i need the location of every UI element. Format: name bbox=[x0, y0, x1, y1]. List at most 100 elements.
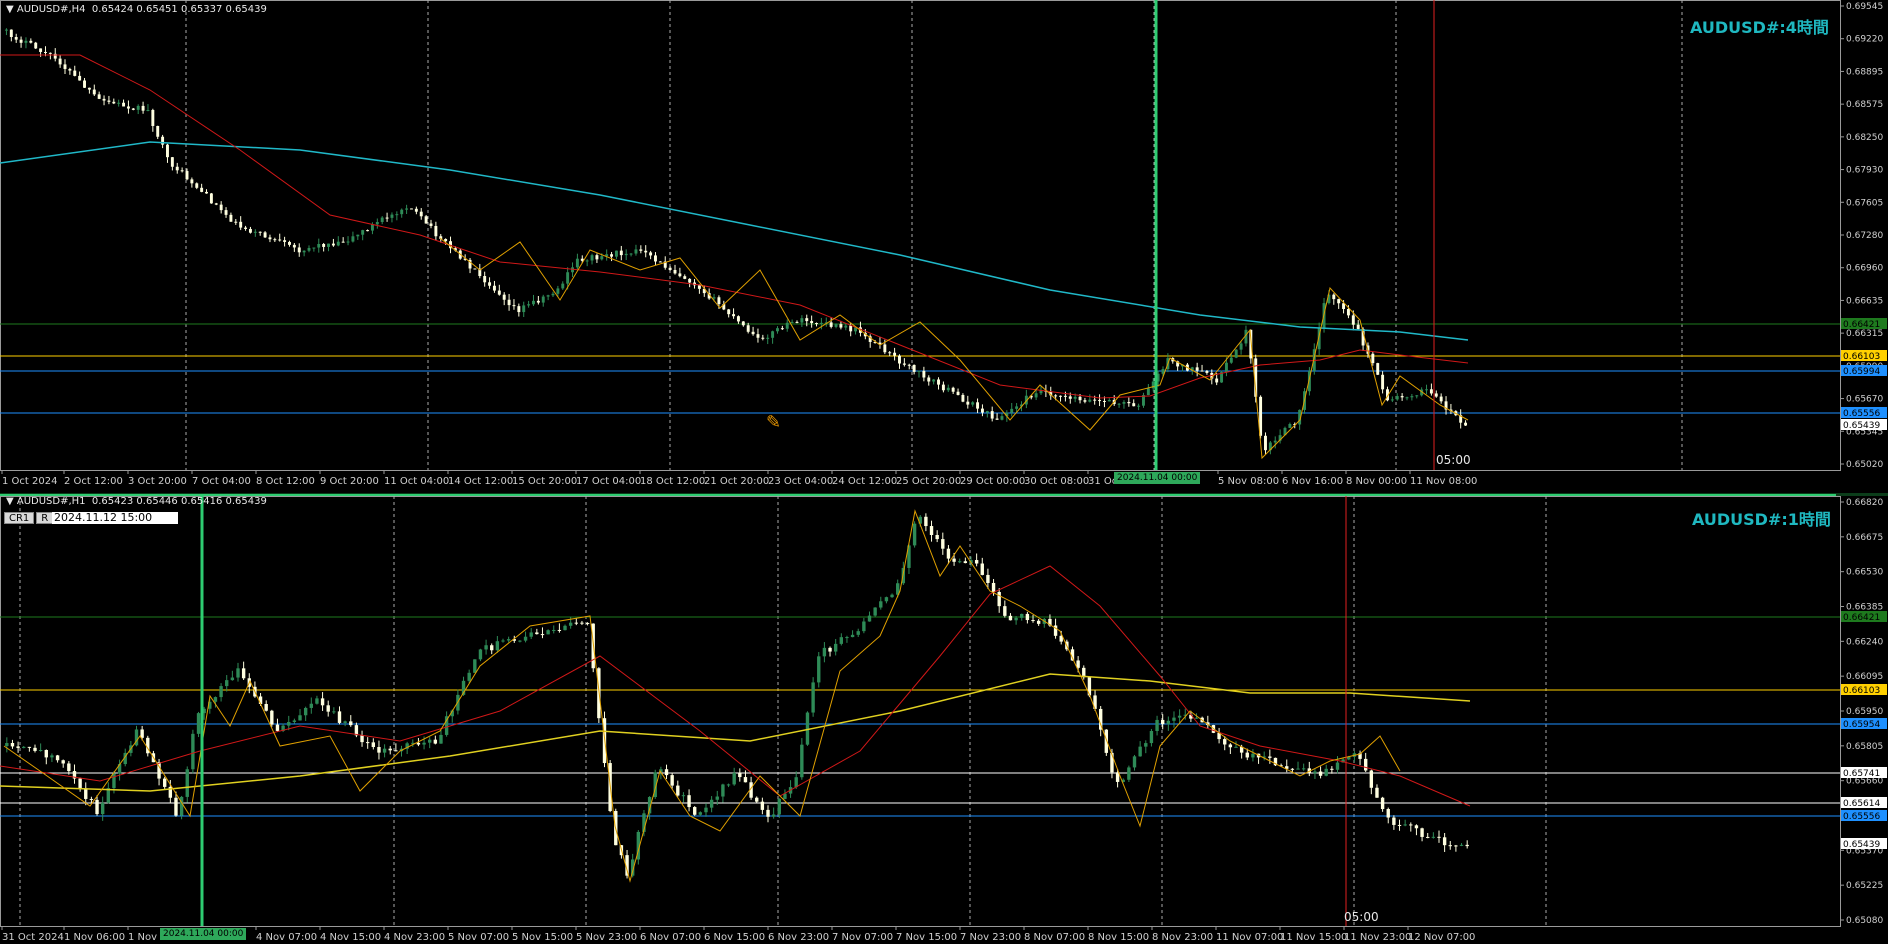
h1-candle bbox=[1144, 743, 1148, 747]
h1-candle bbox=[924, 516, 928, 527]
h4-candle bbox=[780, 328, 784, 330]
h1-candle bbox=[941, 539, 945, 549]
h4-candle bbox=[966, 401, 970, 405]
h4-candle bbox=[546, 295, 550, 297]
h1-candle bbox=[568, 622, 573, 626]
h4-candle bbox=[800, 318, 804, 323]
h1-candle bbox=[1426, 836, 1430, 838]
h4-candle bbox=[297, 247, 301, 253]
h4-candle bbox=[136, 105, 140, 110]
h4-candle bbox=[1073, 396, 1077, 399]
h1-candle bbox=[664, 769, 669, 776]
h4-candle bbox=[1434, 393, 1438, 397]
h1-candle bbox=[292, 720, 297, 722]
h4-candle bbox=[1068, 396, 1072, 399]
h4-candle bbox=[234, 221, 238, 223]
h1-candle bbox=[1420, 828, 1424, 837]
h4-candle bbox=[1015, 406, 1019, 409]
pencil-icon: ✎ bbox=[766, 412, 782, 433]
h4-price-badge-label: 0.65556 bbox=[1843, 409, 1880, 419]
h4-candle bbox=[283, 240, 287, 242]
h4-x-tick-label: 6 Nov 16:00 bbox=[1282, 476, 1343, 487]
h1-candle bbox=[467, 672, 471, 681]
h1-candle bbox=[1290, 768, 1295, 770]
h4-candle bbox=[4, 29, 8, 31]
h4-candle bbox=[673, 269, 677, 274]
h1-candle bbox=[1318, 771, 1323, 776]
h4-candle bbox=[102, 98, 106, 101]
h1-candle bbox=[946, 548, 951, 559]
h1-candle bbox=[850, 634, 855, 638]
h1-plot-frame bbox=[0, 496, 1841, 927]
h1-candle bbox=[715, 796, 719, 800]
date-input[interactable]: 2024.11.12 15:00 bbox=[52, 512, 178, 524]
h4-candle bbox=[1425, 389, 1428, 391]
h4-candle bbox=[785, 322, 789, 329]
h1-candle bbox=[84, 788, 88, 799]
h4-chart-pane[interactable]: 0.69545 0.69220 0.68895 0.68575 0.68250 0.679… bbox=[0, 0, 1888, 496]
h4-candle bbox=[741, 321, 745, 326]
h1-chart-canvas[interactable]: 0.668200.666750.665300.663850.662400.660… bbox=[0, 496, 1888, 944]
h1-price-badge-label: 0.65614 bbox=[1843, 799, 1880, 809]
h4-candle bbox=[1078, 396, 1082, 401]
h4-candle bbox=[532, 300, 535, 305]
h4-candle bbox=[688, 278, 692, 283]
h1-candle bbox=[1228, 744, 1233, 748]
h1-candle bbox=[732, 772, 736, 785]
h1-candle bbox=[428, 739, 432, 743]
h1-chart-pane[interactable]: 0.66820 0.66675 0.66530 0.66385 0.66240 0.660… bbox=[0, 496, 1888, 944]
h4-candle bbox=[1117, 403, 1121, 405]
h4-candle bbox=[24, 40, 28, 43]
h1-candle bbox=[1251, 753, 1255, 758]
h1-candle bbox=[563, 625, 567, 631]
h4-candle bbox=[1137, 405, 1141, 407]
h4-candle bbox=[654, 255, 657, 262]
h4-candle bbox=[1381, 374, 1385, 390]
h1-candle bbox=[270, 710, 274, 725]
h1-candle bbox=[1003, 606, 1007, 616]
h1-candle bbox=[89, 798, 94, 800]
h4-y-tick-label: 0.68895 bbox=[1846, 67, 1883, 77]
h4-candle bbox=[1224, 362, 1228, 373]
h4-candle bbox=[502, 294, 506, 300]
h4-x-tick-label: 24 Oct 12:00 bbox=[832, 476, 897, 487]
h4-candle bbox=[600, 256, 604, 260]
h4-candle bbox=[1464, 422, 1468, 426]
h1-candle bbox=[55, 755, 60, 761]
h4-candle bbox=[1205, 370, 1209, 373]
h1-candle bbox=[1380, 797, 1385, 810]
h4-candle bbox=[400, 209, 404, 215]
h4-candle bbox=[1415, 395, 1419, 397]
h1-candle bbox=[755, 797, 759, 802]
cr1-button[interactable]: CR1 bbox=[4, 512, 35, 524]
h4-ohlc-header: ▼ AUDUSD#,H4 0.65424 0.65451 0.65337 0.6… bbox=[6, 4, 267, 15]
h4-candle bbox=[776, 328, 779, 332]
h4-candle bbox=[844, 325, 848, 328]
h1-candle bbox=[991, 582, 996, 592]
h1-candle bbox=[698, 812, 703, 815]
h4-candle bbox=[410, 208, 413, 210]
h1-candle bbox=[473, 659, 477, 673]
h1-candle bbox=[196, 713, 201, 734]
h1-candle bbox=[439, 734, 443, 744]
h1-y-tick-label: 0.66820 bbox=[1846, 498, 1883, 508]
h4-y-tick-label: 0.65020 bbox=[1846, 460, 1883, 470]
h1-y-tick-label: 0.65805 bbox=[1846, 742, 1883, 752]
h4-candle bbox=[68, 68, 72, 71]
r-button[interactable]: R bbox=[36, 512, 54, 524]
h4-candle bbox=[278, 239, 282, 241]
h4-ma-red bbox=[0, 54, 1469, 399]
h4-candle bbox=[1439, 396, 1443, 402]
h1-candle bbox=[518, 640, 522, 642]
h4-candle bbox=[985, 411, 989, 413]
h4-x-tick-label: 8 Oct 12:00 bbox=[256, 476, 315, 487]
h1-candle bbox=[1155, 719, 1159, 731]
h1-candle bbox=[974, 560, 979, 564]
h1-candle bbox=[771, 814, 776, 817]
h4-candle bbox=[561, 283, 565, 289]
h1-candle bbox=[670, 775, 674, 786]
h1-candle bbox=[873, 607, 877, 616]
h4-chart-canvas[interactable]: 0.69545 0.69220 0.68895 0.68575 0.68250 0.679… bbox=[0, 0, 1888, 496]
h4-candle bbox=[795, 321, 799, 323]
h1-candle bbox=[10, 743, 15, 747]
